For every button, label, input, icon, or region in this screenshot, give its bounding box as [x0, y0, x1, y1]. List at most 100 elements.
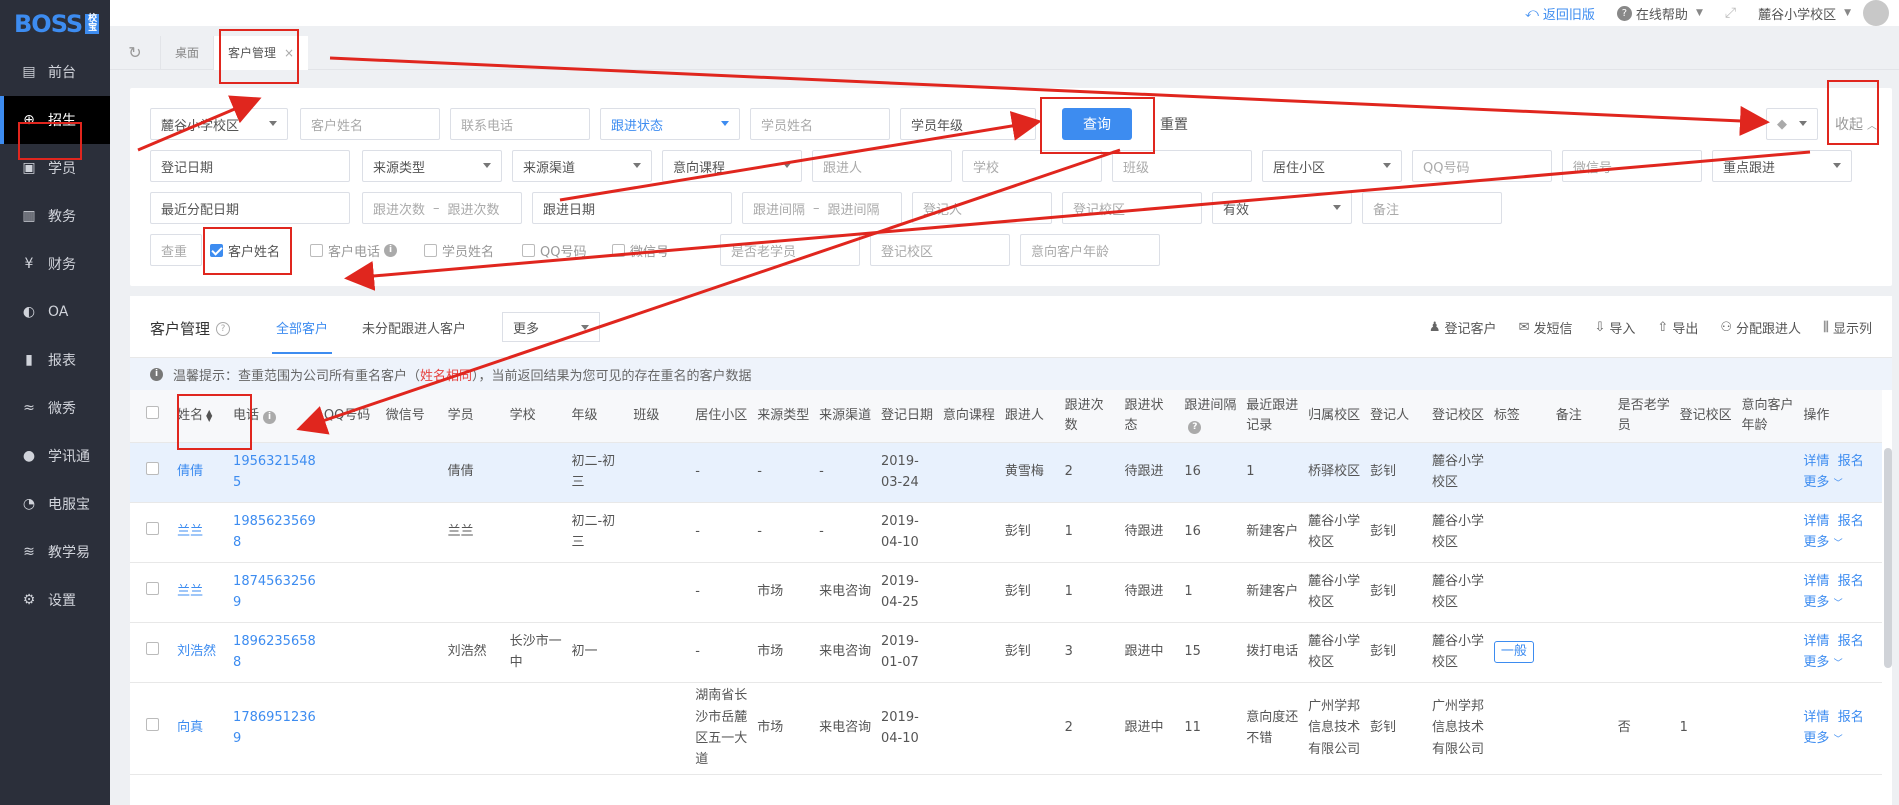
- key-follow-select[interactable]: 重点跟进: [1712, 150, 1852, 182]
- source-channel-select[interactable]: 来源渠道: [512, 150, 652, 182]
- row-checkbox[interactable]: [146, 642, 159, 656]
- sidebar-item-10[interactable]: ≋ 教学易: [0, 528, 110, 576]
- wechat-input[interactable]: 微信号: [1562, 150, 1702, 182]
- sidebar-item-0[interactable]: ▤ 前台: [0, 48, 110, 96]
- detail-link[interactable]: 详情: [1803, 514, 1829, 529]
- dedup-student-name-checkbox[interactable]: 学员姓名: [424, 234, 494, 266]
- cell-phone[interactable]: 19563215485: [229, 442, 320, 503]
- online-help-menu[interactable]: ? 在线帮助 ▼: [1616, 4, 1703, 23]
- phone-input[interactable]: 联系电话: [450, 108, 590, 140]
- detail-link[interactable]: 详情: [1803, 634, 1829, 649]
- more-link[interactable]: 更多 ﹀: [1803, 731, 1842, 746]
- detail-link[interactable]: 详情: [1803, 574, 1829, 589]
- sidebar-item-6[interactable]: ▮ 报表: [0, 336, 110, 384]
- follow-date-input[interactable]: 跟进日期: [532, 192, 732, 224]
- registrar-input[interactable]: 登记人: [912, 192, 1052, 224]
- table-row[interactable]: 倩倩 19563215485 倩倩 初二-初三 - - -2019-03-24 黄雪梅 2 待跟进…: [130, 442, 1882, 503]
- tag-select[interactable]: ◆: [1766, 108, 1818, 140]
- cell-name[interactable]: 倩倩: [167, 442, 230, 503]
- sidebar-item-11[interactable]: ⚙ 设置: [0, 576, 110, 624]
- cell-phone[interactable]: 18745632569: [229, 562, 320, 623]
- qq-input[interactable]: QQ号码: [1412, 150, 1552, 182]
- dedup-wechat-checkbox[interactable]: 微信号: [612, 234, 669, 266]
- last-assign-date-input[interactable]: 最近分配日期: [150, 192, 350, 224]
- sidebar-item-8[interactable]: ● 学讯通: [0, 432, 110, 480]
- tab-desk[interactable]: 桌面: [160, 35, 213, 70]
- detail-link[interactable]: 详情: [1803, 454, 1829, 469]
- tab-unassigned-customers[interactable]: 未分配跟进人客户: [362, 318, 466, 337]
- table-row[interactable]: 兰兰 18745632569- 市场 来电咨询 2019-04-25 彭钊 1 待跟进 1 新建客…: [130, 562, 1882, 623]
- table-row[interactable]: 刘浩然 18962356588 刘浩然 长沙市一中 初一 - 市场 来电咨询 2019-01-0…: [130, 622, 1882, 683]
- sidebar-item-4[interactable]: ¥ 财务: [0, 240, 110, 288]
- follower-input[interactable]: 跟进人: [812, 150, 952, 182]
- reg-date-input[interactable]: 登记日期: [150, 150, 350, 182]
- more-link[interactable]: 更多 ﹀: [1803, 595, 1842, 610]
- table-row[interactable]: 向真 17869512369 湖南省长沙市岳麓区五一大道 市场 来电咨询 2019-04-…: [130, 682, 1882, 775]
- more-link[interactable]: 更多 ﹀: [1803, 475, 1842, 490]
- signup-link[interactable]: 报名: [1838, 514, 1864, 529]
- follow-status-select[interactable]: 跟进状态: [600, 108, 740, 140]
- student-name-input[interactable]: 学员姓名: [750, 108, 890, 140]
- sidebar-item-label: 学讯通: [48, 449, 90, 465]
- signup-link[interactable]: 报名: [1838, 574, 1864, 589]
- tab-all-customers[interactable]: 全部客户: [271, 318, 333, 354]
- app-logo[interactable]: BOSS 校宝: [0, 0, 110, 48]
- sidebar-item-5[interactable]: ◐ OA: [0, 288, 110, 336]
- cell-phone[interactable]: 18962356588: [229, 622, 320, 683]
- row-checkbox[interactable]: [146, 522, 159, 536]
- action-export[interactable]: ⇧ 导出: [1657, 318, 1698, 337]
- action-user-plus[interactable]: ♟ 登记客户: [1429, 318, 1497, 337]
- detail-link[interactable]: 详情: [1803, 710, 1829, 725]
- source-type-select[interactable]: 来源类型: [362, 150, 502, 182]
- student-grade-select[interactable]: 学员年级: [900, 108, 1036, 140]
- action-message[interactable]: ✉ 发短信: [1519, 318, 1573, 337]
- help-icon[interactable]: ?: [216, 321, 231, 336]
- signup-link[interactable]: 报名: [1838, 454, 1864, 469]
- signup-link[interactable]: 报名: [1838, 710, 1864, 725]
- cell-phone[interactable]: 17869512369: [229, 682, 320, 775]
- cell-name[interactable]: 刘浩然: [167, 622, 230, 683]
- cell-name[interactable]: 兰兰: [167, 562, 230, 623]
- table-row[interactable]: 兰兰 19856235698 兰兰 初二-初三 - - -2019-04-10 彭钊 1 待跟进 1…: [130, 502, 1882, 563]
- remark-input[interactable]: 备注: [1362, 192, 1502, 224]
- table-scrollbar[interactable]: [1884, 448, 1892, 668]
- signup-link[interactable]: 报名: [1838, 634, 1864, 649]
- action-import[interactable]: ⇩ 导入: [1594, 318, 1635, 337]
- follow-interval-range[interactable]: 跟进间隔 – 跟进间隔: [742, 192, 902, 224]
- cell-wechat: [381, 442, 444, 503]
- row-checkbox[interactable]: [146, 718, 159, 732]
- campus-select[interactable]: 麓谷小学校区: [150, 108, 288, 140]
- sidebar-item-3[interactable]: ▥ 教务: [0, 192, 110, 240]
- valid-select[interactable]: 有效: [1212, 192, 1352, 224]
- back-old-version-link[interactable]: ⤺ 返回旧版: [1525, 4, 1595, 23]
- action-columns[interactable]: ⫼ 显示列: [1823, 318, 1872, 337]
- action-assign[interactable]: ⚇ 分配跟进人: [1720, 318, 1801, 337]
- campus-switcher[interactable]: 麓谷小学校区 ▼: [1758, 4, 1851, 23]
- cell-name[interactable]: 兰兰: [167, 502, 230, 563]
- avatar[interactable]: [1863, 0, 1889, 26]
- more-select[interactable]: 更多: [502, 312, 600, 342]
- school-input[interactable]: 学校: [962, 150, 1102, 182]
- intent-course-select[interactable]: 意向课程: [662, 150, 802, 182]
- community-select[interactable]: 居住小区: [1262, 150, 1402, 182]
- customer-name-input[interactable]: 客户姓名: [300, 108, 440, 140]
- reg-campus2-input[interactable]: 登记校区: [870, 234, 1010, 266]
- reg-campus-input[interactable]: 登记校区: [1062, 192, 1202, 224]
- more-link[interactable]: 更多 ﹀: [1803, 655, 1842, 670]
- intent-age-input[interactable]: 意向客户年龄: [1020, 234, 1160, 266]
- dedup-customer-phone-checkbox[interactable]: 客户电话 i: [310, 234, 398, 266]
- select-all-checkbox[interactable]: [146, 406, 159, 419]
- fullscreen-icon[interactable]: ⤢: [1725, 5, 1736, 21]
- follow-count-range[interactable]: 跟进次数 – 跟进次数: [362, 192, 522, 224]
- row-checkbox[interactable]: [146, 462, 159, 476]
- more-link[interactable]: 更多 ﹀: [1803, 535, 1842, 550]
- class-input[interactable]: 班级: [1112, 150, 1252, 182]
- row-checkbox[interactable]: [146, 582, 159, 596]
- is-old-student-input[interactable]: 是否老学员: [720, 234, 860, 266]
- cell-phone[interactable]: 19856235698: [229, 502, 320, 563]
- dedup-qq-checkbox[interactable]: QQ号码: [522, 234, 586, 266]
- cell-name[interactable]: 向真: [167, 682, 230, 775]
- sidebar-item-9[interactable]: ◔ 电服宝: [0, 480, 110, 528]
- sidebar-item-7[interactable]: ≈ 微秀: [0, 384, 110, 432]
- refresh-icon[interactable]: ↻: [110, 43, 160, 62]
